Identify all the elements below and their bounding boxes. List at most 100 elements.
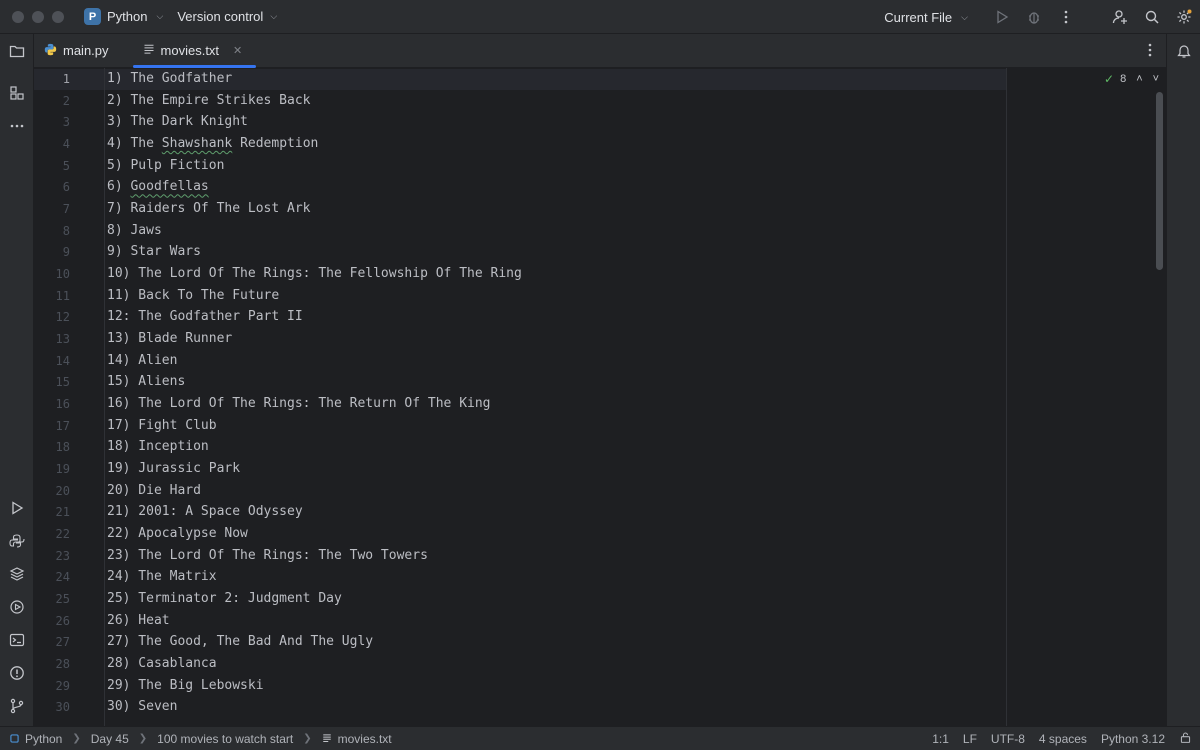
code-line[interactable]: 25) Terminator 2: Judgment Day	[107, 591, 342, 606]
code-line[interactable]: 2) The Empire Strikes Back	[107, 93, 311, 108]
line-number[interactable]: 4	[63, 137, 70, 151]
code-line[interactable]: 3) The Dark Knight	[107, 114, 248, 129]
spelling-warning[interactable]: Shawshank	[162, 136, 232, 151]
line-number[interactable]: 29	[56, 679, 70, 693]
chevron-down-icon[interactable]: ˅	[1153, 73, 1159, 85]
code-line[interactable]: 21) 2001: A Space Odyssey	[107, 504, 303, 519]
line-number[interactable]: 26	[56, 614, 70, 628]
code-line[interactable]: 8) Jaws	[107, 223, 162, 238]
line-number[interactable]: 3	[63, 115, 70, 129]
line-number[interactable]: 5	[63, 159, 70, 173]
breadcrumb-item[interactable]: Python	[25, 732, 62, 746]
caret-position[interactable]: 1:1	[932, 732, 949, 746]
line-number[interactable]: 23	[56, 549, 70, 563]
line-number-gutter[interactable]: 1 2 3 4 5 6 7 8 9 10 11 12 13 14 15 16 17 18 19 20 21 22 23 24 2…	[34, 68, 104, 726]
code-line[interactable]: 23) The Lord Of The Rings: The Two Tower…	[107, 548, 428, 563]
line-number[interactable]: 9	[63, 245, 70, 259]
code-line[interactable]: 24) The Matrix	[107, 569, 217, 584]
code-line[interactable]: 4) The Shawshank Redemption	[107, 136, 318, 151]
line-number[interactable]: 30	[56, 700, 70, 714]
code-line[interactable]: 12: The Godfather Part II	[107, 309, 303, 324]
line-number[interactable]: 7	[63, 202, 70, 216]
line-number[interactable]: 1	[63, 72, 70, 86]
code-line[interactable]: 16) The Lord Of The Rings: The Return Of…	[107, 396, 491, 411]
line-number[interactable]: 13	[56, 332, 70, 346]
line-ending[interactable]: LF	[963, 732, 977, 746]
problems-icon[interactable]	[8, 664, 26, 682]
code-line[interactable]: 5) Pulp Fiction	[107, 158, 224, 173]
code-line[interactable]: 15) Aliens	[107, 374, 185, 389]
line-number[interactable]: 24	[56, 570, 70, 584]
line-number[interactable]: 10	[56, 267, 70, 281]
line-number[interactable]: 17	[56, 419, 70, 433]
code-line[interactable]: 29) The Big Lebowski	[107, 678, 264, 693]
line-number[interactable]: 2	[63, 94, 70, 108]
code-line[interactable]: 20) Die Hard	[107, 483, 201, 498]
line-number[interactable]: 27	[56, 635, 70, 649]
code-editor[interactable]: 1 2 3 4 5 6 7 8 9 10 11 12 13 14 15 16 17 18 19 20 21 22 23 24 2…	[34, 68, 1166, 726]
code-line[interactable]: 1) The Godfather	[107, 71, 232, 86]
git-branch-icon[interactable]	[8, 697, 26, 715]
line-number[interactable]: 22	[56, 527, 70, 541]
line-number[interactable]: 14	[56, 354, 70, 368]
line-number[interactable]: 16	[56, 397, 70, 411]
code-line[interactable]: 13) Blade Runner	[107, 331, 232, 346]
line-number[interactable]: 6	[63, 180, 70, 194]
code-line[interactable]: 14) Alien	[107, 353, 177, 368]
vertical-scrollbar[interactable]	[1156, 92, 1163, 270]
line-number[interactable]: 28	[56, 657, 70, 671]
run-icon[interactable]	[990, 5, 1014, 29]
code-line[interactable]: 18) Inception	[107, 439, 209, 454]
line-number[interactable]: 18	[56, 440, 70, 454]
line-number[interactable]: 25	[56, 592, 70, 606]
code-line[interactable]: 9) Star Wars	[107, 244, 201, 259]
breadcrumb-item[interactable]: movies.txt	[338, 732, 392, 746]
tab-movies-txt[interactable]: movies.txt ✕	[132, 34, 257, 68]
search-icon[interactable]	[1140, 5, 1164, 29]
layers-icon[interactable]	[8, 565, 26, 583]
settings-gear-icon[interactable]	[1172, 5, 1196, 29]
code-line[interactable]: 19) Jurassic Park	[107, 461, 240, 476]
code-line[interactable]: 28) Casablanca	[107, 656, 217, 671]
zoom-window-button[interactable]	[52, 10, 64, 23]
breadcrumb-item[interactable]: 100 movies to watch start	[157, 732, 293, 746]
code-line[interactable]: 22) Apocalypse Now	[107, 526, 248, 541]
python-interpreter[interactable]: Python 3.12	[1101, 732, 1165, 746]
line-number[interactable]: 11	[56, 289, 70, 303]
project-folder-icon[interactable]	[8, 42, 26, 60]
python-console-icon[interactable]	[8, 532, 26, 550]
services-icon[interactable]	[8, 598, 26, 616]
line-number[interactable]: 21	[56, 505, 70, 519]
add-user-icon[interactable]	[1108, 5, 1132, 29]
line-number[interactable]: 20	[56, 484, 70, 498]
tab-main-py[interactable]: main.py	[34, 34, 123, 67]
code-line[interactable]: 30) Seven	[107, 699, 177, 714]
run-configuration-selector[interactable]: Current File ⌵	[884, 10, 968, 25]
indent-setting[interactable]: 4 spaces	[1039, 732, 1087, 746]
spelling-warning[interactable]: Goodfellas	[130, 179, 208, 194]
code-line[interactable]: 6) Goodfellas	[107, 179, 209, 194]
tab-options-icon[interactable]	[1142, 42, 1158, 61]
inspection-widget[interactable]: ✓ 8 ˄ ˅	[1104, 72, 1159, 86]
breadcrumb-item[interactable]: Day 45	[91, 732, 129, 746]
code-line[interactable]: 7) Raiders Of The Lost Ark	[107, 201, 311, 216]
minimize-window-button[interactable]	[32, 10, 44, 23]
version-control-menu[interactable]: Version control ⌵	[177, 9, 277, 24]
code-line[interactable]: 11) Back To The Future	[107, 288, 279, 303]
code-line[interactable]: 17) Fight Club	[107, 418, 217, 433]
notifications-icon[interactable]	[1175, 42, 1193, 60]
run-tool-window-icon[interactable]	[8, 499, 26, 517]
file-encoding[interactable]: UTF-8	[991, 732, 1025, 746]
structure-icon[interactable]	[8, 84, 26, 102]
code-line[interactable]: 27) The Good, The Bad And The Ugly	[107, 634, 373, 649]
terminal-icon[interactable]	[8, 631, 26, 649]
debug-icon[interactable]	[1022, 5, 1046, 29]
project-selector[interactable]: P Python ⌵	[84, 8, 163, 25]
code-line[interactable]: 10) The Lord Of The Rings: The Fellowshi…	[107, 266, 522, 281]
chevron-up-icon[interactable]: ˄	[1136, 73, 1142, 85]
line-number[interactable]: 8	[63, 224, 70, 238]
close-tab-icon[interactable]: ✕	[233, 44, 242, 57]
more-tool-windows-icon[interactable]	[8, 117, 26, 135]
code-line[interactable]: 26) Heat	[107, 613, 170, 628]
more-actions-icon[interactable]	[1054, 5, 1078, 29]
